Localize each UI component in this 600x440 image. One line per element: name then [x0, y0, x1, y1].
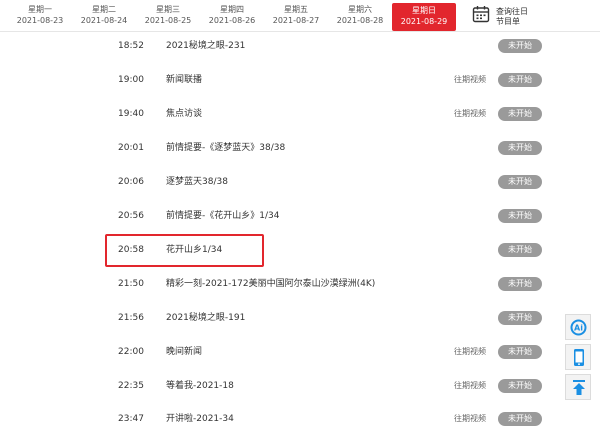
history-label-line2: 节目单 — [496, 17, 520, 26]
calendar-icon — [472, 6, 490, 23]
day-tab-mon[interactable]: 星期一 2021-08-23 — [8, 4, 72, 30]
day-tab-weekday: 星期六 — [348, 5, 372, 14]
status-badge: 未开始 — [498, 39, 542, 53]
program-time: 23:47 — [118, 414, 144, 424]
status-badge: 未开始 — [498, 73, 542, 87]
status-badge: 未开始 — [498, 209, 542, 223]
day-tab-date: 2021-08-25 — [144, 16, 192, 25]
highlight-box — [105, 234, 264, 267]
day-tab-date: 2021-08-26 — [208, 16, 256, 25]
day-tab-weekday: 星期日 — [412, 6, 436, 15]
program-time: 21:56 — [118, 313, 144, 323]
day-tab-weekday: 星期三 — [156, 5, 180, 14]
day-tab-date: 2021-08-28 — [336, 16, 384, 25]
ai-assistant-button[interactable]: Ai — [565, 314, 591, 340]
program-time: 20:56 — [118, 211, 144, 221]
replay-video-link[interactable]: 往期视频 — [454, 369, 486, 403]
day-tab-weekday: 星期二 — [92, 5, 116, 14]
day-tab-wed[interactable]: 星期三 2021-08-25 — [136, 4, 200, 30]
history-schedule-label: 查询往日 节目单 — [496, 7, 528, 27]
date-selector-bar: 星期一 2021-08-23 星期二 2021-08-24 星期三 2021-0… — [0, 0, 600, 32]
program-time: 18:52 — [118, 41, 144, 51]
status-badge: 未开始 — [498, 243, 542, 257]
program-time: 22:35 — [118, 381, 144, 391]
day-tab-thu[interactable]: 星期四 2021-08-26 — [200, 4, 264, 30]
day-tab-date: 2021-08-29 — [400, 17, 448, 26]
program-title[interactable]: 2021秘境之眼-191 — [166, 301, 245, 335]
program-row[interactable]: 19:40 焦点访谈 往期视频 未开始 — [0, 97, 600, 131]
program-time: 19:00 — [118, 75, 144, 85]
program-title[interactable]: 等着我-2021-18 — [166, 369, 234, 403]
program-row[interactable]: 20:56 前情提要-《花开山乡》1/34 未开始 — [0, 199, 600, 233]
program-row[interactable]: 22:00 晚间新闻 往期视频 未开始 — [0, 335, 600, 369]
program-row[interactable]: 20:06 逐梦蓝天38/38 未开始 — [0, 165, 600, 199]
replay-video-link[interactable]: 往期视频 — [454, 63, 486, 97]
program-time: 19:40 — [118, 109, 144, 119]
status-badge: 未开始 — [498, 107, 542, 121]
replay-video-link[interactable]: 往期视频 — [454, 402, 486, 436]
program-time: 20:06 — [118, 177, 144, 187]
mobile-icon — [574, 349, 584, 366]
ai-icon: Ai — [570, 319, 587, 336]
program-title[interactable]: 新闻联播 — [166, 63, 202, 97]
program-title[interactable]: 前情提要-《花开山乡》1/34 — [166, 199, 279, 233]
day-tab-weekday: 星期四 — [220, 5, 244, 14]
program-row[interactable]: 22:35 等着我-2021-18 往期视频 未开始 — [0, 369, 600, 403]
program-time: 22:00 — [118, 347, 144, 357]
program-title[interactable]: 前情提要-《逐梦蓝天》38/38 — [166, 131, 285, 165]
program-time: 21:50 — [118, 279, 144, 289]
back-to-top-button[interactable] — [565, 374, 591, 400]
program-row[interactable]: 20:01 前情提要-《逐梦蓝天》38/38 未开始 — [0, 131, 600, 165]
status-badge: 未开始 — [498, 311, 542, 325]
program-row[interactable]: 23:47 开讲啦-2021-34 往期视频 未开始 — [0, 402, 600, 436]
status-badge: 未开始 — [498, 175, 542, 189]
day-tab-fri[interactable]: 星期五 2021-08-27 — [264, 4, 328, 30]
day-tab-weekday: 星期一 — [28, 5, 52, 14]
program-row[interactable]: 21:56 2021秘境之眼-191 未开始 — [0, 301, 600, 335]
day-tab-date: 2021-08-23 — [16, 16, 64, 25]
mobile-app-button[interactable] — [565, 344, 591, 370]
replay-video-link[interactable]: 往期视频 — [454, 97, 486, 131]
program-row[interactable]: 19:00 新闻联播 往期视频 未开始 — [0, 63, 600, 97]
program-title[interactable]: 开讲啦-2021-34 — [166, 402, 234, 436]
program-title[interactable]: 焦点访谈 — [166, 97, 202, 131]
program-title[interactable]: 2021秘境之眼-231 — [166, 29, 245, 63]
day-tab-date: 2021-08-27 — [272, 16, 320, 25]
program-row[interactable]: 21:50 精彩一刻-2021-172美丽中国阿尔泰山沙漠绿洲(4K) 未开始 — [0, 267, 600, 301]
day-tab-sat[interactable]: 星期六 2021-08-28 — [328, 4, 392, 30]
day-tab-tue[interactable]: 星期二 2021-08-24 — [72, 4, 136, 30]
day-tab-weekday: 星期五 — [284, 5, 308, 14]
program-title[interactable]: 精彩一刻-2021-172美丽中国阿尔泰山沙漠绿洲(4K) — [166, 267, 375, 301]
status-badge: 未开始 — [498, 412, 542, 426]
svg-text:Ai: Ai — [574, 324, 583, 333]
program-time: 20:01 — [118, 143, 144, 153]
status-badge: 未开始 — [498, 141, 542, 155]
status-badge: 未开始 — [498, 379, 542, 393]
program-title[interactable]: 晚间新闻 — [166, 335, 202, 369]
day-tab-sun[interactable]: 星期日 2021-08-29 — [392, 3, 456, 31]
status-badge: 未开始 — [498, 277, 542, 291]
program-row[interactable]: 20:58 花开山乡1/34 未开始 — [0, 233, 600, 267]
program-row[interactable]: 18:52 2021秘境之眼-231 未开始 — [0, 29, 600, 63]
program-title[interactable]: 逐梦蓝天38/38 — [166, 165, 228, 199]
day-tab-date: 2021-08-24 — [80, 16, 128, 25]
back-to-top-icon — [573, 380, 585, 395]
history-schedule-button[interactable]: 查询往日 节目单 — [466, 5, 556, 29]
replay-video-link[interactable]: 往期视频 — [454, 335, 486, 369]
history-label-line1: 查询往日 — [496, 7, 528, 16]
status-badge: 未开始 — [498, 345, 542, 359]
